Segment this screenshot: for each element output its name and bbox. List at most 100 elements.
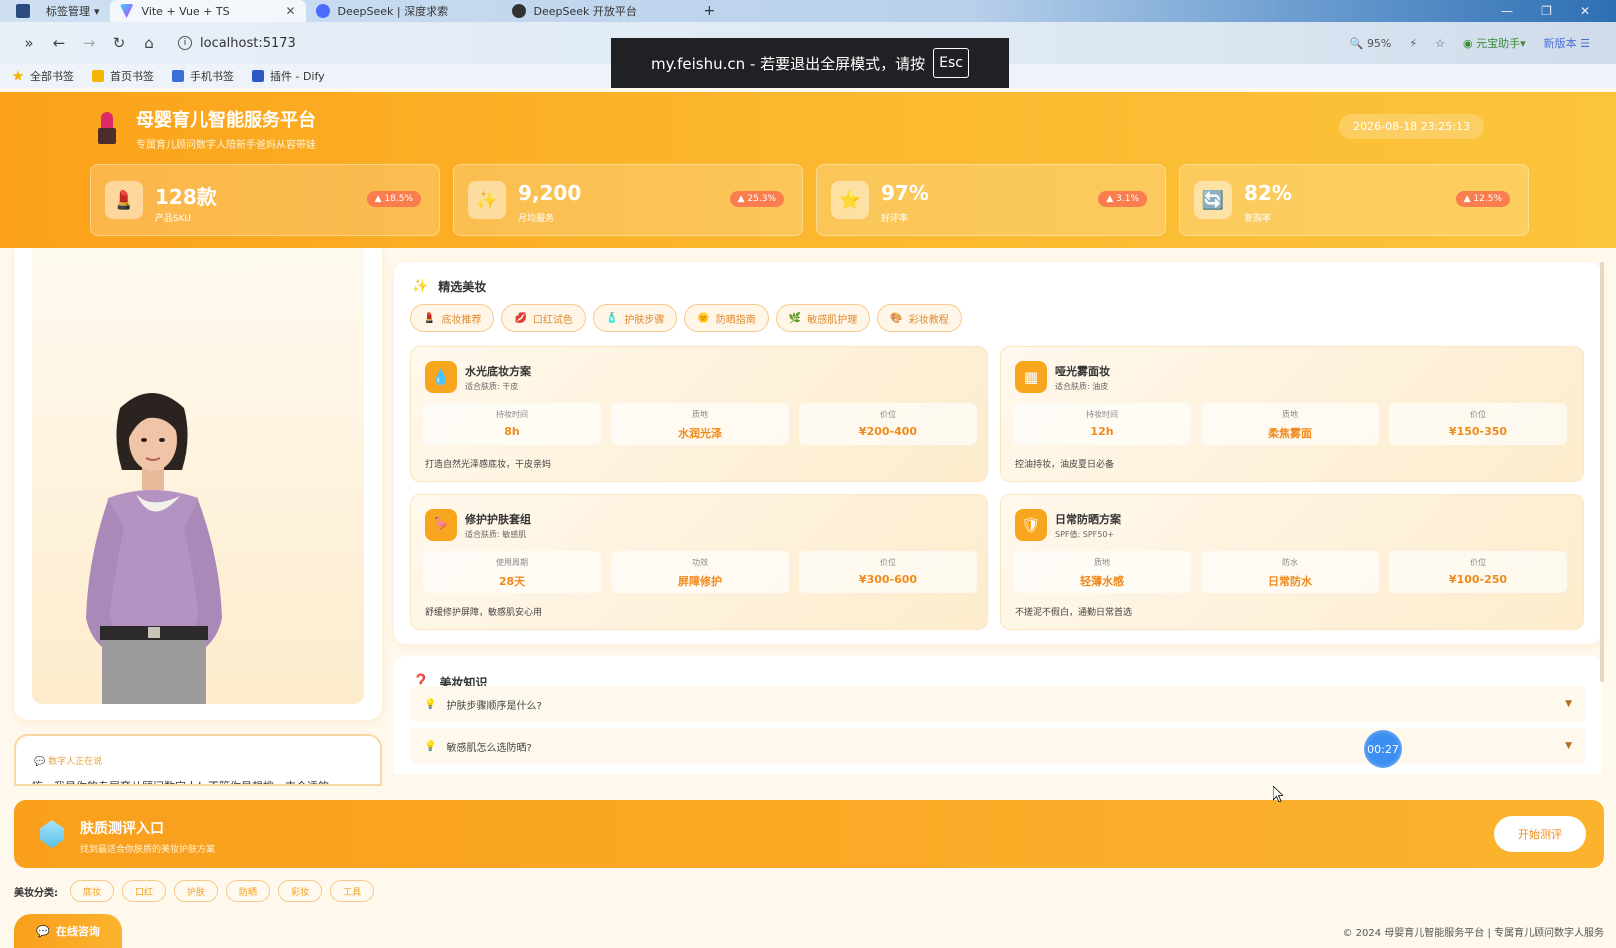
minimize-icon[interactable]: — xyxy=(1501,4,1513,18)
metric-label: 质地 xyxy=(1094,558,1110,567)
stat-trend-badge: ▲ 3.1% xyxy=(1098,191,1147,207)
browser-tab-deepseek-platform[interactable]: DeepSeek 开放平台 xyxy=(502,0,698,22)
reload-icon[interactable]: ↻ xyxy=(104,34,134,52)
close-window-icon[interactable]: ✕ xyxy=(1580,4,1590,18)
bulb-icon: 💡 xyxy=(424,740,437,752)
metric-value: 28天 xyxy=(498,575,526,588)
metric-box: 持妆时间 12h xyxy=(1013,403,1191,445)
metric-value: 12h xyxy=(1090,425,1114,438)
leaf-icon: 🌿 xyxy=(788,312,802,324)
plan-card-matte[interactable]: ▦ 哑光雾面妆 适合肤质: 油皮 持妆时间 12h 质地 柔焦雾面 价位 ¥150-3… xyxy=(1000,346,1584,482)
lightning-icon[interactable]: ⚡ xyxy=(1409,37,1417,50)
bookmark-label: 首页书签 xyxy=(110,70,154,83)
tab-group-button[interactable]: 标签管理 ▾ xyxy=(40,0,110,22)
category-chip[interactable]: 口红 xyxy=(122,880,167,902)
site-info-icon[interactable]: i xyxy=(178,36,192,50)
forward-icon[interactable]: → xyxy=(74,34,104,52)
tab-title: DeepSeek | 深度求索 xyxy=(337,5,449,18)
tab-sunscreen[interactable]: 🌞 防晒指南 xyxy=(684,304,769,332)
yuanbao-extension[interactable]: ◉ 元宝助手▾ xyxy=(1463,35,1526,51)
online-consult-button[interactable]: 💬 在线咨询 xyxy=(14,914,122,948)
bookmark-label: 插件 - Dify xyxy=(270,70,325,83)
deepseek-logo-icon xyxy=(315,4,330,18)
sun-icon: 🌞 xyxy=(697,312,710,324)
stat-value: 9,200 xyxy=(518,181,582,205)
beauty-category-tabs: 💄 底妆推荐 💋 口红试色 🧴 护肤步骤 🌞 防晒指南 🌿 敏感肌护理 🎨 彩妆教程 xyxy=(410,304,962,332)
plan-metrics: 持妆时间 8h 质地 水润光泽 价位 ¥200-400 xyxy=(423,403,977,445)
metric-value: 8h xyxy=(504,425,520,438)
browser-tab-bar: 标签管理 ▾ Vite + Vue + TS ✕ DeepSeek | 深度求索… xyxy=(0,0,1616,22)
speech-timer[interactable]: 00:27 xyxy=(1364,730,1402,768)
faq-item[interactable]: 💡 护肤步骤顺序是什么? ▼ xyxy=(410,686,1586,722)
window-controls: — ❐ ✕ xyxy=(1501,4,1590,18)
metric-label: 价位 xyxy=(1470,558,1486,567)
metric-value: 柔焦雾面 xyxy=(1268,427,1312,440)
tab-label: 口红试色 xyxy=(532,314,573,326)
plan-card-repair[interactable]: 🦩 修护护肤套组 适合肤质: 敏感肌 使用周期 28天 功效 屏障修护 价位 ¥300… xyxy=(410,494,988,630)
plan-card-dewy[interactable]: 💧 水光底妆方案 适合肤质: 干皮 持妆时间 8h 质地 水润光泽 价位 ¥200-4… xyxy=(410,346,988,482)
window-menu-icon[interactable] xyxy=(16,4,30,18)
category-chip[interactable]: 彩妆 xyxy=(278,880,323,902)
metric-value: ¥300-600 xyxy=(858,573,918,586)
sidebar-toggle-icon[interactable]: » xyxy=(14,34,44,52)
zoom-indicator[interactable]: 🔍 95% xyxy=(1350,37,1392,50)
plan-description: 打造自然光泽感底妆，干皮亲妈 xyxy=(425,460,552,470)
folder-icon xyxy=(92,70,104,82)
banner-subtitle: 找到最适合你肤质的美妆护肤方案 xyxy=(80,845,216,855)
metric-box: 使用周期 28天 xyxy=(423,551,601,593)
plan-name: 水光底妆方案 xyxy=(465,365,531,378)
tab-makeup-tutorial[interactable]: 🎨 彩妆教程 xyxy=(877,304,962,332)
palette-icon: 🎨 xyxy=(890,312,903,324)
category-chip[interactable]: 防晒 xyxy=(226,880,271,902)
digital-human-stage xyxy=(32,248,364,704)
matte-square-icon: ▦ xyxy=(1015,361,1047,393)
digital-human-avatar[interactable] xyxy=(52,378,252,704)
water-drop-icon: 💧 xyxy=(425,361,457,393)
back-icon[interactable]: ← xyxy=(44,34,74,52)
new-tab-button[interactable]: + xyxy=(704,3,716,19)
sparkle-icon: ✨ xyxy=(412,279,429,294)
metric-label: 价位 xyxy=(1470,410,1486,419)
bookmark-mobile[interactable]: 手机书签 xyxy=(172,68,234,84)
content-scrollbar[interactable] xyxy=(1600,262,1604,682)
maximize-icon[interactable]: ❐ xyxy=(1541,4,1552,18)
metric-label: 质地 xyxy=(692,410,708,419)
category-chip[interactable]: 护肤 xyxy=(174,880,219,902)
tab-foundation[interactable]: 💄 底妆推荐 xyxy=(410,304,495,332)
metric-label: 价位 xyxy=(880,410,896,419)
close-tab-icon[interactable]: ✕ xyxy=(285,4,295,18)
tab-skincare[interactable]: 🧴 护肤步骤 xyxy=(592,304,678,332)
beauty-plan-grid: 💧 水光底妆方案 适合肤质: 干皮 持妆时间 8h 质地 水润光泽 价位 ¥200-4… xyxy=(410,346,1586,630)
page-subtitle: 专属育儿顾问数字人陪新手爸妈从容带娃 xyxy=(136,140,316,151)
speaking-status: 💬 数字人正在说 xyxy=(34,757,103,767)
bookmark-all[interactable]: 全部书签 xyxy=(12,68,74,84)
toolbar-right: 🔍 95% ⚡ ☆ ◉ 元宝助手▾ 新版本 ☰ xyxy=(1350,22,1590,64)
bookmark-home[interactable]: 首页书签 xyxy=(92,68,154,84)
sparkle-icon: ✨ xyxy=(468,181,506,219)
metric-label: 防水 xyxy=(1282,558,1298,567)
plan-card-sunscreen[interactable]: 🛡 日常防晒方案 SPF值: SPF50+ 质地 轻薄水感 防水 日常防水 价位 ¥1… xyxy=(1000,494,1584,630)
bookmark-dify[interactable]: 插件 - Dify xyxy=(252,68,325,84)
bookmark-label: 手机书签 xyxy=(190,70,234,83)
section-title-text: 精选美妆 xyxy=(438,280,487,294)
faq-item[interactable]: 💡 敏感肌怎么选防晒? ▼ xyxy=(410,728,1586,764)
tab-sensitive[interactable]: 🌿 敏感肌护理 xyxy=(775,304,871,332)
tab-lipstick[interactable]: 💋 口红试色 xyxy=(501,304,586,332)
url-field[interactable]: i localhost:5173 xyxy=(178,36,296,51)
start-test-button[interactable]: 开始测评 xyxy=(1494,816,1586,852)
plan-name: 修护护肤套组 xyxy=(465,513,531,526)
home-icon[interactable]: ⌂ xyxy=(134,34,164,52)
tab-title: DeepSeek 开放平台 xyxy=(533,5,637,18)
zoom-level: 95% xyxy=(1366,36,1392,50)
stat-card-sku: 💄 128款 产品SKU ▲ 18.5% xyxy=(90,164,440,236)
browser-tab-deepseek[interactable]: DeepSeek | 深度求索 xyxy=(306,0,502,22)
tab-label: 护肤步骤 xyxy=(624,314,665,326)
new-version-button[interactable]: 新版本 ☰ xyxy=(1544,35,1590,51)
plan-metrics: 使用周期 28天 功效 屏障修护 价位 ¥300-600 xyxy=(423,551,977,593)
category-chip[interactable]: 工具 xyxy=(330,880,375,902)
category-chip[interactable]: 底妆 xyxy=(70,880,115,902)
bookmark-star-icon[interactable]: ☆ xyxy=(1435,37,1445,50)
browser-tab-vite[interactable]: Vite + Vue + TS ✕ xyxy=(109,0,306,22)
dify-icon xyxy=(252,70,264,82)
star-icon: ⭐ xyxy=(831,181,869,219)
